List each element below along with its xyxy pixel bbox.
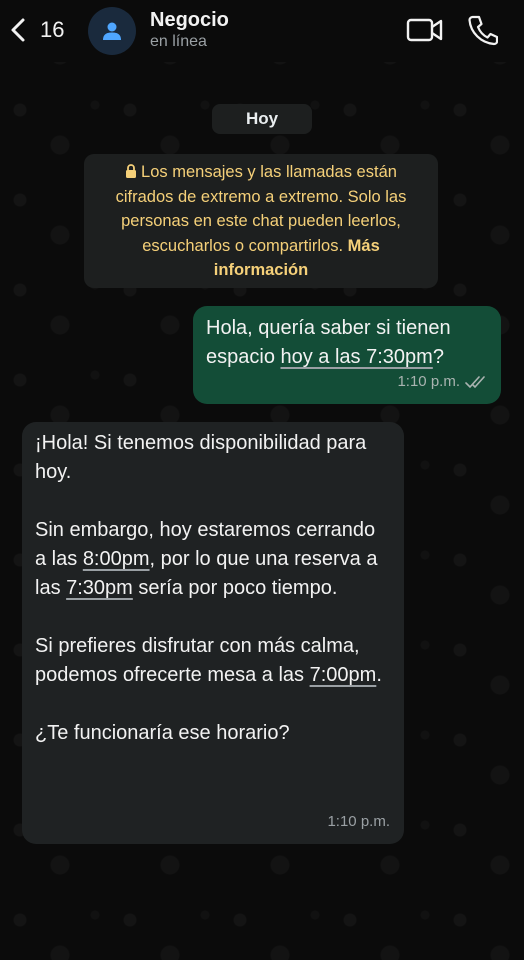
time-link[interactable]: hoy a las 7:30pm [281, 346, 433, 368]
chat-header: 16 Negocio en línea [0, 0, 524, 62]
message-text: . [376, 664, 382, 686]
message-meta: 1:10 p.m. [397, 367, 487, 396]
message-text: ? [432, 346, 444, 368]
avatar[interactable] [88, 7, 136, 55]
contact-status: en línea [150, 33, 207, 50]
time-link[interactable]: 7:30pm [66, 577, 133, 599]
lock-icon [126, 164, 137, 178]
double-check-icon [465, 375, 485, 388]
phone-icon[interactable] [468, 14, 498, 46]
message-paragraph: Si prefieres disfrutar con más calma, po… [35, 632, 390, 690]
unread-count: 16 [40, 17, 65, 42]
time-link[interactable]: 7:00pm [310, 664, 377, 686]
date-chip: Hoy [212, 104, 312, 134]
person-icon [103, 22, 121, 40]
time-link[interactable]: 8:00pm [83, 548, 150, 570]
message-paragraph: ¡Hola! Si tenemos disponibilidad para ho… [35, 432, 367, 483]
chevron-left-icon [11, 18, 25, 42]
message-paragraph: Sin embargo, hoy estaremos cerrando a la… [35, 516, 390, 603]
incoming-message[interactable]: ¡Hola! Si tenemos disponibilidad para ho… [22, 422, 404, 844]
outgoing-message[interactable]: Hola, quería saber si tienen espacio hoy… [193, 306, 501, 404]
back-button[interactable]: 16 [8, 14, 64, 46]
message-time: 1:10 p.m. [397, 373, 460, 390]
contact-name[interactable]: Negocio [150, 9, 229, 32]
message-paragraph: ¿Te funcionaría ese horario? [35, 722, 290, 744]
message-text: sería por poco tiempo. [132, 577, 338, 599]
message-meta: 1:10 p.m. [327, 807, 390, 836]
message-time: 1:10 p.m. [327, 813, 390, 830]
encryption-notice[interactable]: Los mensajes y las llamadas están cifrad… [84, 154, 438, 288]
video-camera-icon[interactable] [406, 16, 444, 44]
